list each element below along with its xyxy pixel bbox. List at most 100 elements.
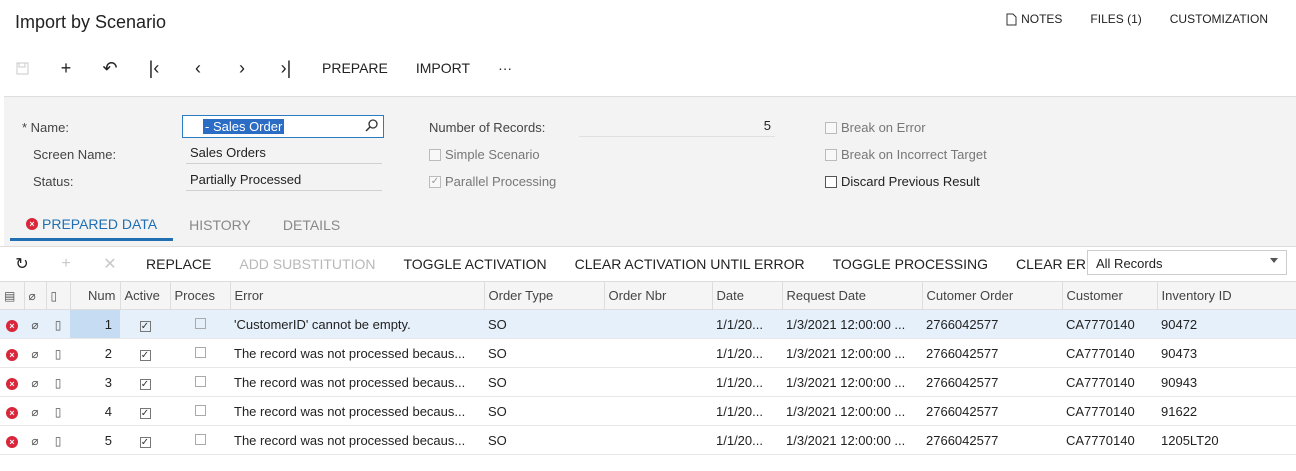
paperclip-icon: ⌀ xyxy=(28,289,36,303)
undo-button[interactable]: ↶ xyxy=(88,52,132,84)
processed-checkbox[interactable] xyxy=(170,309,230,339)
customer-order-column-header[interactable]: Cutomer Order xyxy=(922,281,1063,310)
name-input[interactable]: - Sales Order xyxy=(182,115,384,138)
last-icon: ›| xyxy=(280,57,292,78)
break-on-error-checkbox[interactable]: Break on Error xyxy=(825,120,926,135)
paperclip-icon[interactable]: ⌀ xyxy=(24,396,46,426)
import-button[interactable]: IMPORT xyxy=(402,52,484,84)
refresh-button[interactable]: ↻ xyxy=(0,254,44,274)
notes-link[interactable]: NOTES xyxy=(1006,12,1062,26)
prepare-button[interactable]: PREPARE xyxy=(308,52,402,84)
next-record-button[interactable]: › xyxy=(220,52,264,84)
tab-details[interactable]: DETAILS xyxy=(267,209,356,241)
paperclip-icon[interactable]: ⌀ xyxy=(24,425,46,455)
note-icon[interactable]: ▯ xyxy=(46,425,70,455)
active-checkbox[interactable]: ✓ xyxy=(120,425,170,455)
request-date-cell: 1/3/2021 12:00:00 ... xyxy=(782,367,922,397)
error-cell: 'CustomerID' cannot be empty. xyxy=(230,309,484,339)
order-nbr-cell xyxy=(604,425,712,455)
error-column-header[interactable]: Error xyxy=(230,281,485,310)
customer-order-cell: 2766042577 xyxy=(922,425,1062,455)
order-type-column-header[interactable]: Order Type xyxy=(484,281,605,310)
inventory-id-cell: 90943 xyxy=(1157,367,1296,397)
active-checkbox[interactable]: ✓ xyxy=(120,309,170,339)
note-icon[interactable]: ▯ xyxy=(46,338,70,368)
processed-checkbox[interactable] xyxy=(170,425,230,455)
inventory-id-cell: 1205LT20 xyxy=(1157,425,1296,455)
error-icon: × xyxy=(0,367,24,397)
summary-form: * Name: - Sales Order Screen Name: Sales… xyxy=(4,96,1296,246)
records-filter-value: All Records xyxy=(1096,256,1163,271)
files-link[interactable]: FILES (1) xyxy=(1090,12,1141,26)
order-nbr-cell xyxy=(604,309,712,339)
paperclip-icon[interactable]: ⌀ xyxy=(24,338,46,368)
processed-column-header[interactable]: Proces xyxy=(170,281,231,310)
paperclip-icon[interactable]: ⌀ xyxy=(24,309,46,339)
note-icon[interactable]: ▯ xyxy=(46,367,70,397)
records-filter-select[interactable]: All Records xyxy=(1087,250,1287,275)
previous-record-button[interactable]: ‹ xyxy=(176,52,220,84)
discard-previous-result-checkbox[interactable]: Discard Previous Result xyxy=(825,174,980,189)
order-nbr-cell xyxy=(604,367,712,397)
inventory-id-cell: 91622 xyxy=(1157,396,1296,426)
replace-button[interactable]: REPLACE xyxy=(132,256,225,272)
num-cell: 5 xyxy=(70,425,120,455)
date-cell: 1/1/20... xyxy=(712,396,782,426)
request-date-cell: 1/3/2021 12:00:00 ... xyxy=(782,396,922,426)
tab-prepared-data[interactable]: × PREPARED DATA xyxy=(10,209,174,241)
screen-name-label: Screen Name: xyxy=(33,147,117,162)
break-on-incorrect-target-checkbox[interactable]: Break on Incorrect Target xyxy=(825,147,987,162)
table-row[interactable]: × ⌀ ▯ 4 ✓ The record was not processed b… xyxy=(0,396,1296,426)
num-column-header[interactable]: Num xyxy=(70,281,121,310)
table-row[interactable]: × ⌀ ▯ 5 ✓ The record was not processed b… xyxy=(0,425,1296,455)
checkbox-box xyxy=(825,121,837,134)
toggle-processing-button[interactable]: TOGGLE PROCESSING xyxy=(819,256,1002,272)
active-checkbox[interactable]: ✓ xyxy=(120,338,170,368)
tab-history[interactable]: HISTORY xyxy=(173,209,267,241)
active-checkbox[interactable]: ✓ xyxy=(120,367,170,397)
note-column[interactable]: ▯ xyxy=(46,281,71,310)
more-button[interactable]: ··· xyxy=(484,52,526,84)
error-icon: × xyxy=(0,425,24,455)
date-column-header[interactable]: Date xyxy=(712,281,783,310)
customization-link[interactable]: CUSTOMIZATION xyxy=(1170,12,1268,26)
check-icon: ✓ xyxy=(429,175,441,188)
inventory-id-column-header[interactable]: Inventory ID xyxy=(1157,281,1296,310)
note-icon: ▯ xyxy=(50,289,58,303)
row-status-column[interactable]: ▤ xyxy=(0,281,25,310)
attachment-column[interactable]: ⌀ xyxy=(24,281,47,310)
add-substitution-button[interactable]: ADD SUBSTITUTION xyxy=(225,256,389,272)
toggle-activation-button[interactable]: TOGGLE ACTIVATION xyxy=(389,256,560,272)
num-cell: 3 xyxy=(70,367,120,397)
order-nbr-column-header[interactable]: Order Nbr xyxy=(604,281,713,310)
table-row[interactable]: × ⌀ ▯ 2 ✓ The record was not processed b… xyxy=(0,338,1296,368)
checkbox-box xyxy=(825,148,837,161)
add-row-button[interactable]: + xyxy=(44,255,88,273)
date-cell: 1/1/20... xyxy=(712,338,782,368)
last-record-button[interactable]: ›| xyxy=(264,52,308,84)
clear-activation-button[interactable]: CLEAR ACTIVATION UNTIL ERROR xyxy=(561,256,819,272)
first-record-button[interactable]: |‹ xyxy=(132,52,176,84)
table-row[interactable]: × ⌀ ▯ 1 ✓ 'CustomerID' cannot be empty. … xyxy=(0,309,1296,339)
simple-scenario-checkbox[interactable]: Simple Scenario xyxy=(429,147,540,162)
processed-checkbox[interactable] xyxy=(170,338,230,368)
parallel-processing-checkbox[interactable]: ✓ Parallel Processing xyxy=(429,174,556,189)
active-column-header[interactable]: Active xyxy=(120,281,171,310)
processed-checkbox[interactable] xyxy=(170,367,230,397)
note-icon[interactable]: ▯ xyxy=(46,396,70,426)
note-icon[interactable]: ▯ xyxy=(46,309,70,339)
paperclip-icon[interactable]: ⌀ xyxy=(24,367,46,397)
error-icon: × xyxy=(0,338,24,368)
plus-icon: + xyxy=(61,254,71,272)
request-date-column-header[interactable]: Request Date xyxy=(782,281,923,310)
customer-column-header[interactable]: Customer xyxy=(1062,281,1158,310)
delete-row-button[interactable]: ✕ xyxy=(88,254,132,274)
save-button[interactable] xyxy=(0,52,44,84)
active-checkbox[interactable]: ✓ xyxy=(120,396,170,426)
add-button[interactable]: + xyxy=(44,52,88,84)
notes-label: NOTES xyxy=(1021,12,1063,26)
search-icon[interactable] xyxy=(365,118,379,132)
screen-name-value: Sales Orders xyxy=(186,142,382,164)
table-row[interactable]: × ⌀ ▯ 3 ✓ The record was not processed b… xyxy=(0,367,1296,397)
processed-checkbox[interactable] xyxy=(170,396,230,426)
